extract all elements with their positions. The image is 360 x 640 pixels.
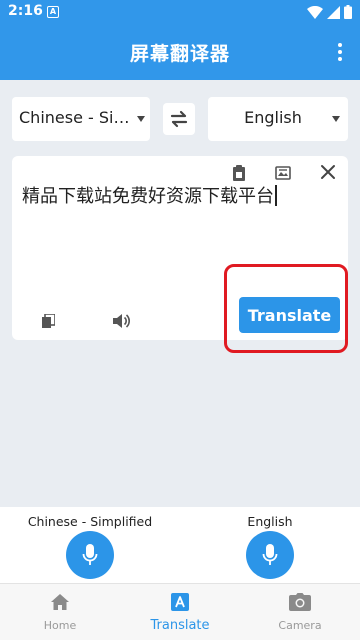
home-icon	[0, 593, 120, 611]
source-text-input[interactable]: 精品下载站免费好资源下载平台	[22, 184, 322, 210]
battery-icon	[344, 5, 352, 19]
source-language-label: Chinese - Simplified	[19, 108, 135, 127]
speaker-icon[interactable]	[110, 311, 132, 331]
swap-icon	[170, 110, 188, 128]
voice-source-label: Chinese - Simplified	[27, 514, 153, 529]
clear-text-icon[interactable]	[317, 161, 339, 183]
microphone-icon	[262, 544, 278, 565]
microphone-icon	[82, 544, 98, 565]
overflow-menu-icon[interactable]	[328, 40, 352, 64]
source-mic-button[interactable]	[66, 531, 114, 579]
status-bar: 2:16 A	[0, 0, 360, 24]
status-time: 2:16	[8, 3, 43, 19]
paste-icon[interactable]	[229, 163, 249, 183]
dropdown-caret-icon	[332, 116, 340, 122]
swap-languages-button[interactable]	[163, 103, 195, 135]
nav-camera-label: Camera	[278, 619, 322, 632]
voice-input-area: Chinese - Simplified English	[0, 507, 360, 583]
target-language-label: English	[244, 108, 302, 127]
wifi-icon	[307, 5, 323, 19]
text-cursor	[275, 185, 277, 206]
voice-target-label: English	[247, 514, 293, 529]
nav-home[interactable]: Home	[0, 584, 120, 640]
app-title: 屏幕翻译器	[129, 43, 230, 65]
target-language-select[interactable]: English	[208, 97, 348, 141]
nav-camera[interactable]: Camera	[240, 584, 360, 640]
translate-icon	[120, 593, 240, 611]
highlight-box	[224, 264, 348, 353]
source-language-select[interactable]: Chinese - Simplified	[12, 97, 150, 141]
target-mic-button[interactable]	[246, 531, 294, 579]
bottom-navigation: Home Translate Camera	[0, 583, 360, 640]
status-icons	[307, 5, 352, 19]
app-bar: 屏幕翻译器	[0, 24, 360, 80]
nav-translate-label: Translate	[150, 618, 210, 633]
notification-icon: A	[47, 6, 59, 18]
copy-icon[interactable]	[39, 312, 57, 330]
camera-icon	[240, 593, 360, 611]
nav-home-label: Home	[43, 619, 77, 632]
nav-translate[interactable]: Translate	[120, 584, 240, 640]
cellular-icon	[327, 5, 340, 19]
dropdown-caret-icon	[137, 116, 145, 122]
source-text: 精品下载站免费好资源下载平台	[22, 186, 274, 207]
image-translate-icon[interactable]	[272, 163, 294, 183]
